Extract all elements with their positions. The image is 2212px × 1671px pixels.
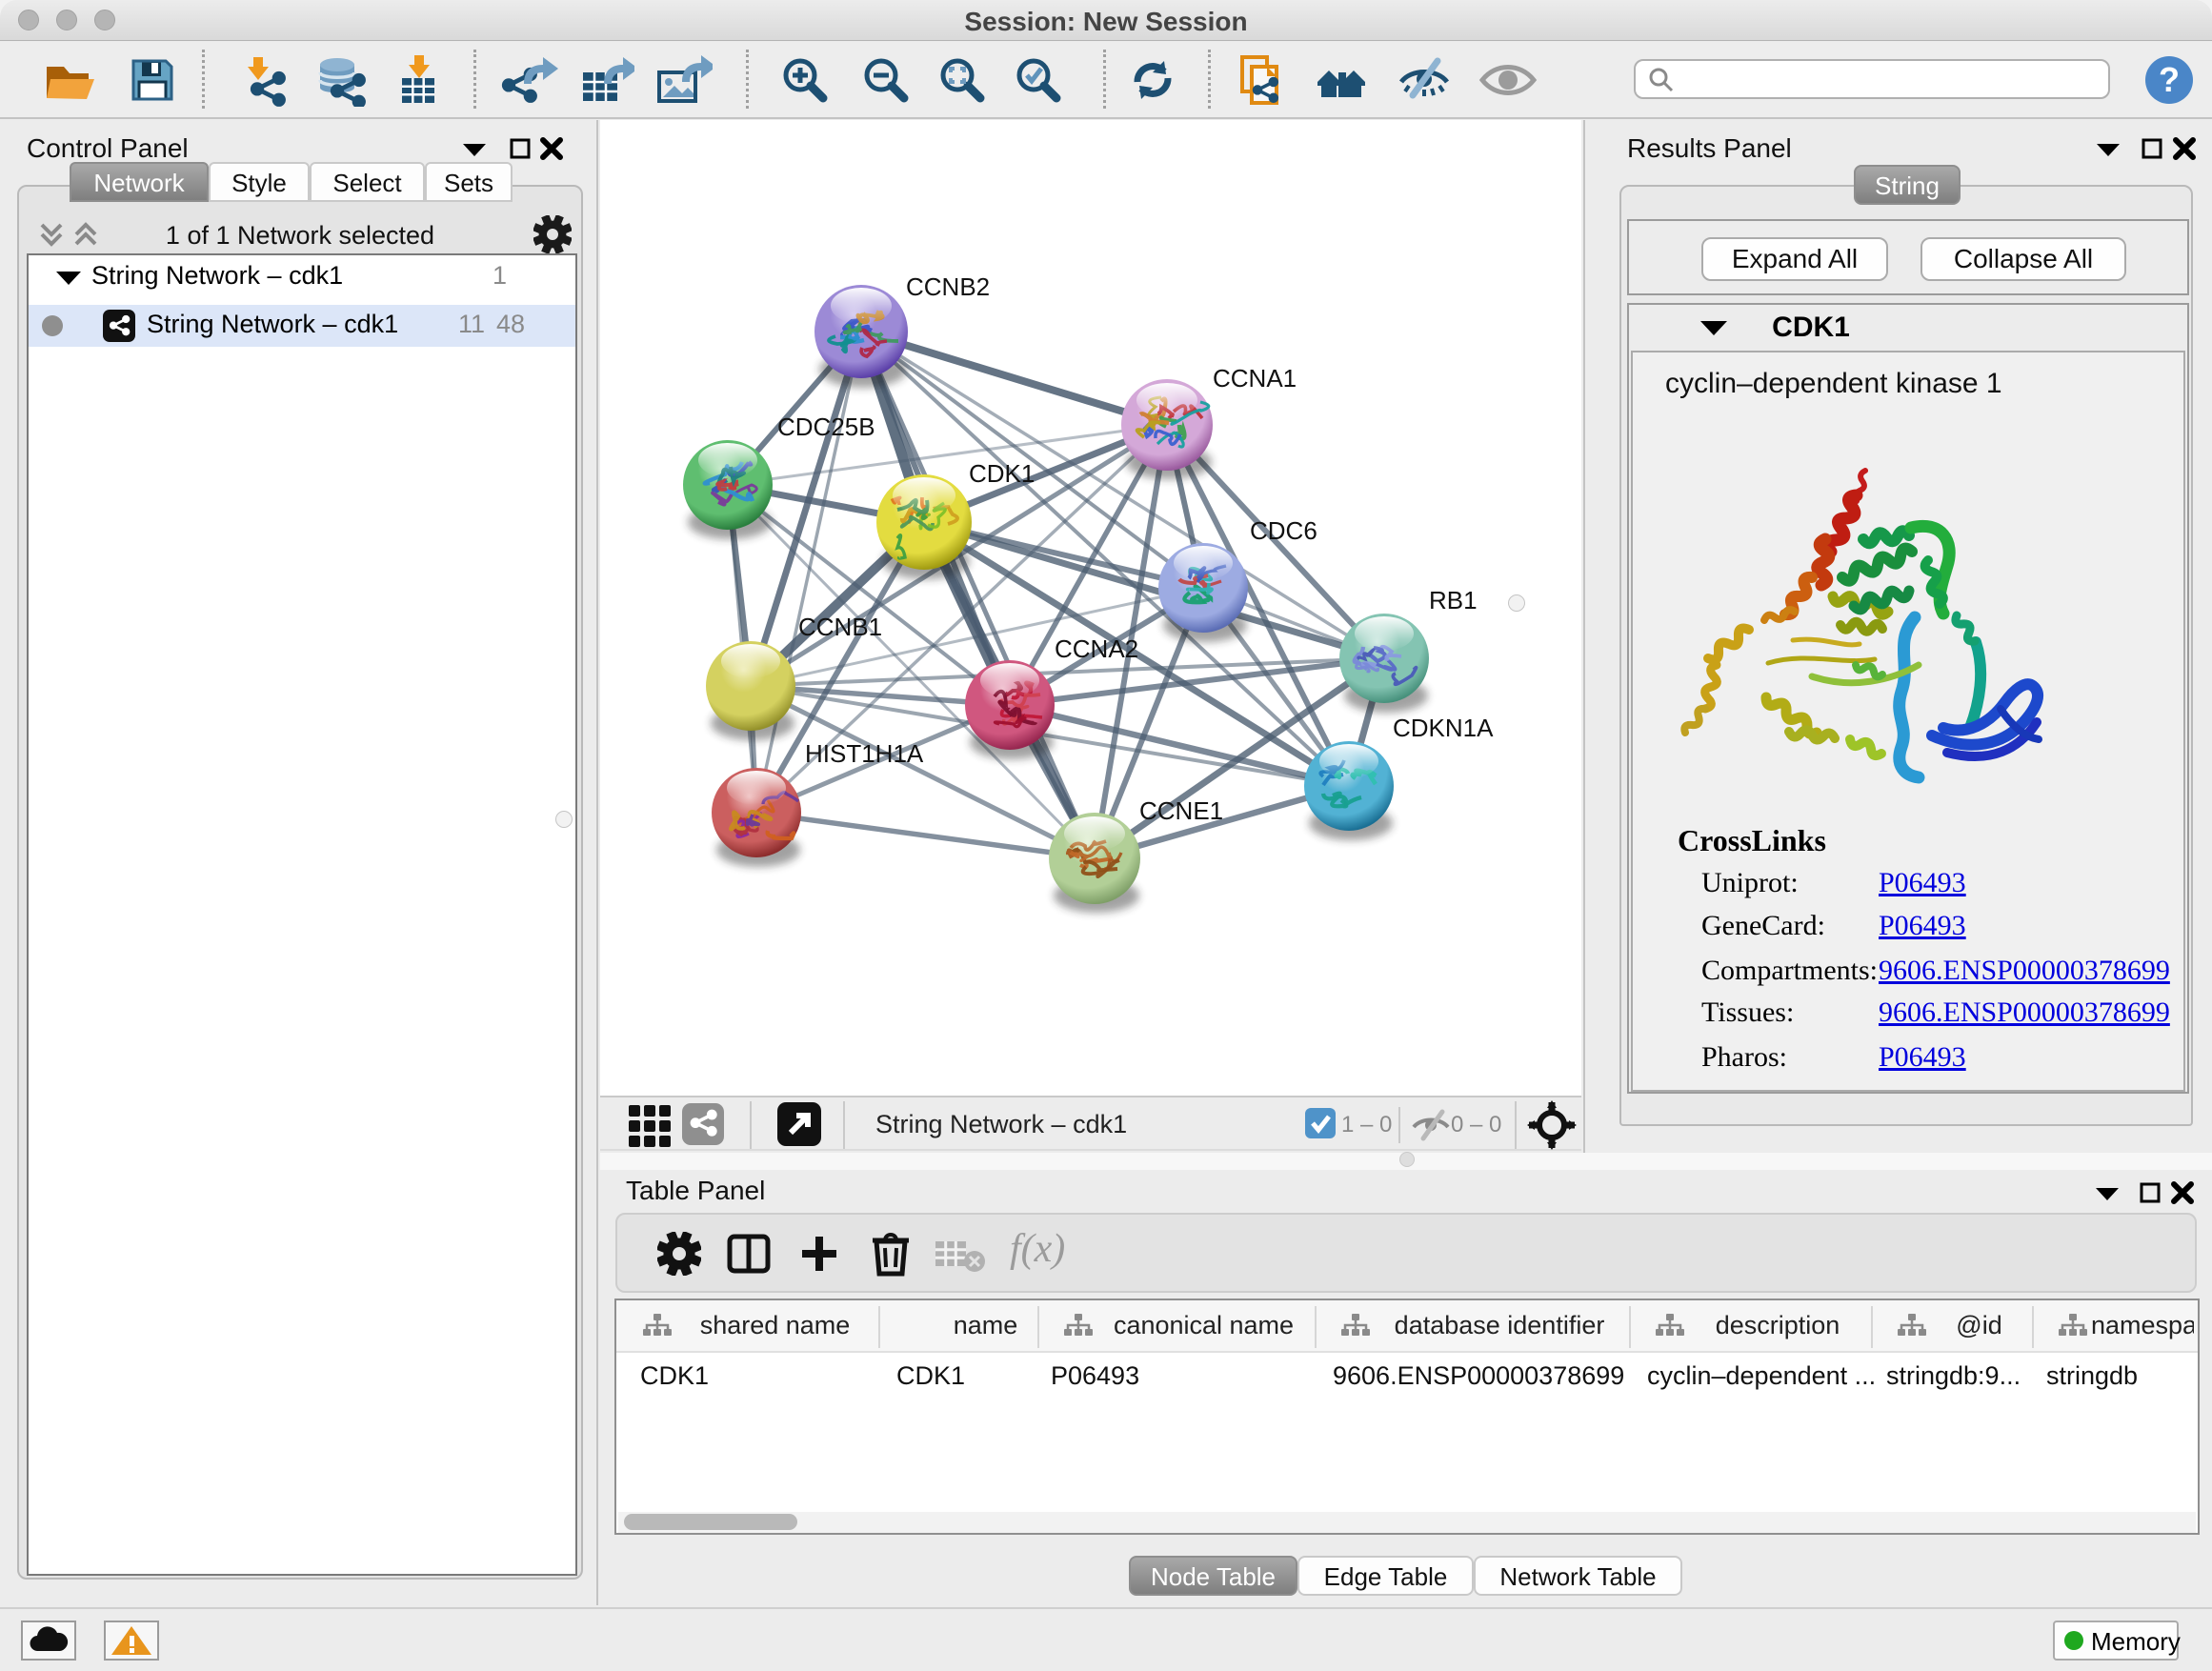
svg-text:?: ? [2159, 60, 2180, 99]
svg-text:CCNA2: CCNA2 [1055, 634, 1138, 663]
svg-text:HIST1H1A: HIST1H1A [805, 739, 924, 768]
svg-text:RB1: RB1 [1429, 586, 1478, 614]
svg-text:CDC25B: CDC25B [777, 413, 875, 441]
svg-text:CDK1: CDK1 [969, 459, 1035, 488]
svg-text:CDKN1A: CDKN1A [1393, 714, 1494, 742]
svg-text:CCNE1: CCNE1 [1139, 796, 1223, 825]
svg-text:CCNB1: CCNB1 [798, 613, 882, 641]
svg-text:CCNA1: CCNA1 [1213, 364, 1297, 393]
svg-text:CCNB2: CCNB2 [906, 272, 990, 301]
svg-text:CDC6: CDC6 [1250, 516, 1317, 545]
